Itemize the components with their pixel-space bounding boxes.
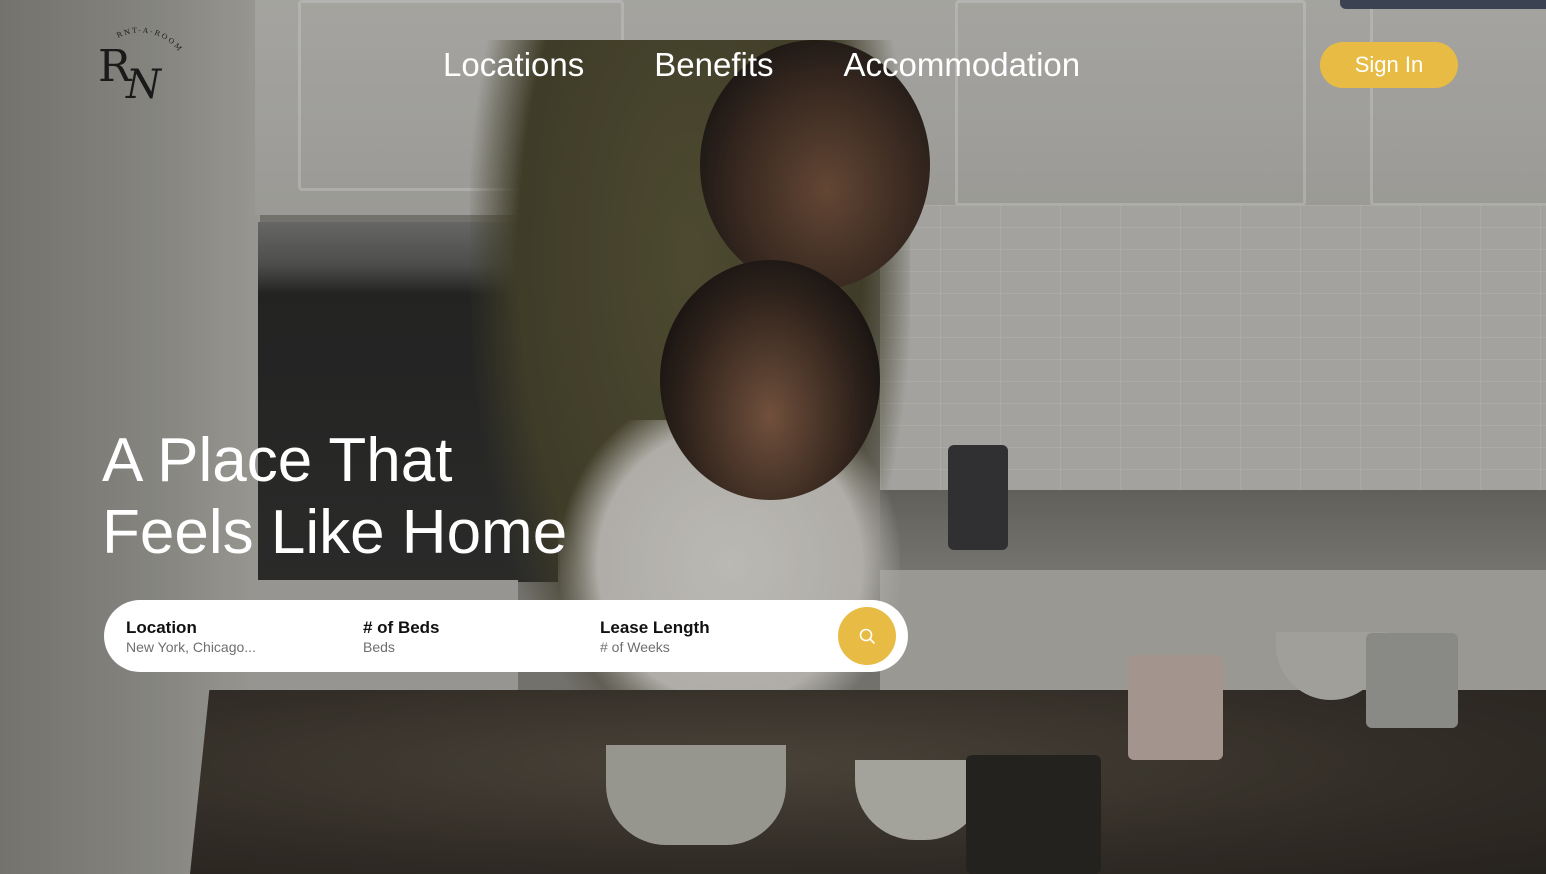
top-edge-strip [1340, 0, 1546, 9]
lease-length-field-label: Lease Length [600, 618, 710, 637]
nav-accommodation[interactable]: Accommodation [844, 44, 1081, 86]
search-bar: Location New York, Chicago... # of Beds … [104, 600, 908, 672]
lease-length-field[interactable]: Lease Length # of Weeks [600, 618, 710, 656]
location-field-placeholder: New York, Chicago... [126, 639, 256, 655]
nav-benefits[interactable]: Benefits [654, 44, 773, 86]
search-icon [859, 628, 875, 644]
logo-monogram-n: N [125, 62, 163, 108]
beds-field-label: # of Beds [363, 618, 440, 637]
main-nav: Locations Benefits Accommodation [443, 44, 1080, 86]
nav-locations[interactable]: Locations [443, 44, 584, 86]
lease-length-field-placeholder: # of Weeks [600, 639, 670, 655]
hero-headline-line1: A Place That [102, 426, 453, 495]
location-field[interactable]: Location New York, Chicago... [126, 618, 256, 656]
sign-in-button[interactable]: Sign In [1320, 42, 1458, 88]
location-field-label: Location [126, 618, 197, 637]
beds-field[interactable]: # of Beds Beds [363, 618, 440, 656]
hero-headline-line2: Feels Like Home [102, 498, 568, 567]
hero-headline: A Place That Feels Like Home [102, 425, 567, 569]
brand-logo[interactable]: RNT-A-ROOM R N [96, 26, 196, 108]
search-button[interactable] [838, 607, 896, 665]
beds-field-placeholder: Beds [363, 639, 395, 655]
